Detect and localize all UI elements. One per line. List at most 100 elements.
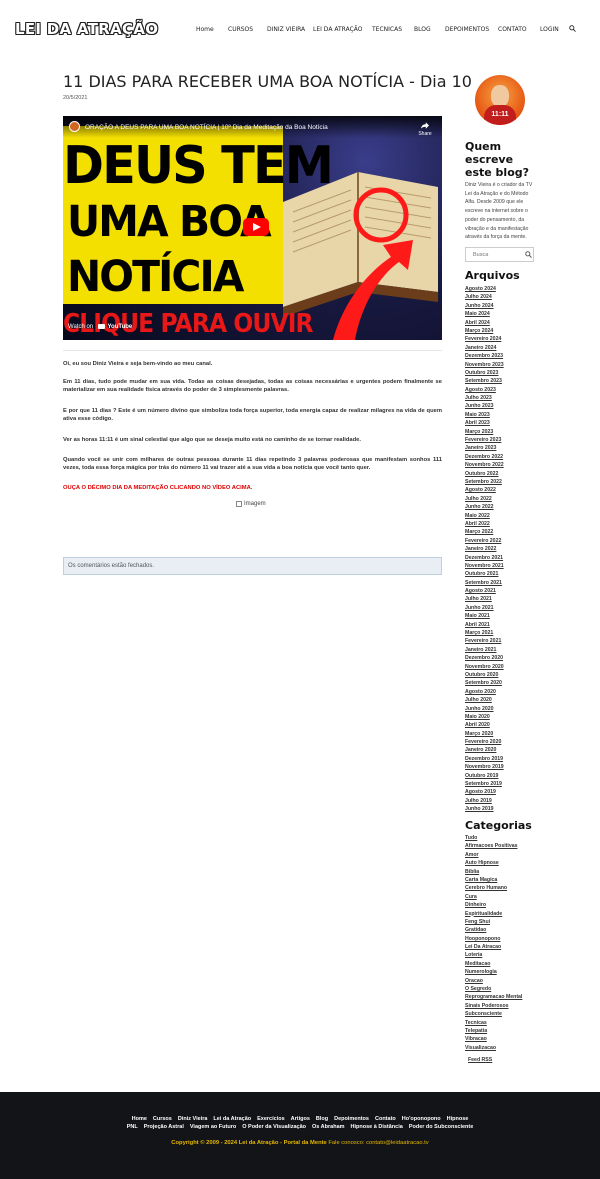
- category-link[interactable]: Subconsciente: [465, 1010, 575, 1018]
- footer-link[interactable]: Contato: [375, 1116, 396, 1122]
- archive-link[interactable]: Julho 2021: [465, 595, 575, 603]
- archive-link[interactable]: Julho 2019: [465, 797, 575, 805]
- archive-link[interactable]: Junho 2023: [465, 402, 575, 410]
- archive-link[interactable]: Julho 2020: [465, 696, 575, 704]
- archive-link[interactable]: Março 2023: [465, 428, 575, 436]
- category-link[interactable]: Visualizacao: [465, 1044, 575, 1052]
- archive-link[interactable]: Agosto 2024: [465, 285, 575, 293]
- category-link[interactable]: Auto Hipnose: [465, 859, 575, 867]
- category-link[interactable]: Reprogramacao Mental: [465, 993, 575, 1001]
- footer-link[interactable]: O Poder da Visualização: [242, 1124, 306, 1130]
- channel-avatar[interactable]: [69, 121, 80, 132]
- footer-link[interactable]: Artigos: [291, 1116, 310, 1122]
- archive-link[interactable]: Agosto 2019: [465, 788, 575, 796]
- footer-link[interactable]: Os Abraham: [312, 1124, 345, 1130]
- archive-link[interactable]: Janeiro 2024: [465, 344, 575, 352]
- nav-home[interactable]: Home: [196, 26, 214, 33]
- archive-link[interactable]: Março 2021: [465, 629, 575, 637]
- footer-link[interactable]: Hipnose à Distância: [351, 1124, 403, 1130]
- archive-link[interactable]: Setembro 2020: [465, 679, 575, 687]
- archive-link[interactable]: Outubro 2019: [465, 772, 575, 780]
- archive-link[interactable]: Dezembro 2021: [465, 554, 575, 562]
- archive-link[interactable]: Dezembro 2022: [465, 453, 575, 461]
- archive-link[interactable]: Junho 2019: [465, 805, 575, 813]
- sidebar-search-input[interactable]: [466, 248, 522, 261]
- archive-link[interactable]: Dezembro 2023: [465, 352, 575, 360]
- archive-link[interactable]: Março 2020: [465, 730, 575, 738]
- footer-link[interactable]: Viagem ao Futuro: [190, 1124, 236, 1130]
- archive-link[interactable]: Setembro 2021: [465, 579, 575, 587]
- archive-link[interactable]: Fevereiro 2022: [465, 537, 575, 545]
- archive-link[interactable]: Outubro 2020: [465, 671, 575, 679]
- archive-link[interactable]: Agosto 2020: [465, 688, 575, 696]
- archive-link[interactable]: Dezembro 2019: [465, 755, 575, 763]
- archive-link[interactable]: Maio 2024: [465, 310, 575, 318]
- footer-link[interactable]: Hipnose: [447, 1116, 469, 1122]
- archive-link[interactable]: Dezembro 2020: [465, 654, 575, 662]
- footer-link[interactable]: Projeção Astral: [144, 1124, 184, 1130]
- category-link[interactable]: Oracao: [465, 977, 575, 985]
- category-link[interactable]: Biblia: [465, 868, 575, 876]
- archive-link[interactable]: Abril 2024: [465, 319, 575, 327]
- archive-link[interactable]: Setembro 2023: [465, 377, 575, 385]
- category-link[interactable]: Afirmacoes Positivas: [465, 842, 575, 850]
- archive-link[interactable]: Abril 2020: [465, 721, 575, 729]
- contact-text[interactable]: Fale conosco: contato@leidaatracao.tv: [328, 1140, 428, 1146]
- archive-link[interactable]: Abril 2023: [465, 419, 575, 427]
- archive-link[interactable]: Agosto 2023: [465, 386, 575, 394]
- footer-link[interactable]: Depoimentos: [334, 1116, 369, 1122]
- category-link[interactable]: Tecnicas: [465, 1019, 575, 1027]
- archive-link[interactable]: Abril 2022: [465, 520, 575, 528]
- category-link[interactable]: Dinheiro: [465, 901, 575, 909]
- search-icon[interactable]: [569, 25, 576, 32]
- nav-contato[interactable]: CONTATO: [498, 26, 527, 33]
- play-button[interactable]: [243, 218, 269, 236]
- archive-link[interactable]: Fevereiro 2023: [465, 436, 575, 444]
- archive-link[interactable]: Maio 2022: [465, 512, 575, 520]
- archive-link[interactable]: Julho 2022: [465, 495, 575, 503]
- footer-link[interactable]: PNL: [127, 1124, 138, 1130]
- nav-depoimentos[interactable]: DEPOIMENTOS: [445, 26, 489, 33]
- archive-link[interactable]: Agosto 2022: [465, 486, 575, 494]
- archive-link[interactable]: Janeiro 2023: [465, 444, 575, 452]
- archive-link[interactable]: Setembro 2022: [465, 478, 575, 486]
- nav-cursos[interactable]: CURSOS: [228, 26, 253, 33]
- category-link[interactable]: Feng Shui: [465, 918, 575, 926]
- archive-link[interactable]: Outubro 2023: [465, 369, 575, 377]
- category-link[interactable]: Cerebro Humano: [465, 884, 575, 892]
- archive-link[interactable]: Novembro 2020: [465, 663, 575, 671]
- footer-link[interactable]: Home: [132, 1116, 147, 1122]
- category-link[interactable]: Lei Da Atracao: [465, 943, 575, 951]
- archive-link[interactable]: Novembro 2019: [465, 763, 575, 771]
- category-link[interactable]: Meditacao: [465, 960, 575, 968]
- watch-on-youtube[interactable]: Watch on YouTube: [68, 324, 132, 330]
- nav-lei-da-atracao[interactable]: LEI DA ATRAÇÃO: [313, 26, 362, 33]
- archive-link[interactable]: Janeiro 2021: [465, 646, 575, 654]
- category-link[interactable]: O Segredo: [465, 985, 575, 993]
- archive-link[interactable]: Janeiro 2022: [465, 545, 575, 553]
- archive-link[interactable]: Junho 2021: [465, 604, 575, 612]
- footer-link[interactable]: Blog: [316, 1116, 328, 1122]
- category-link[interactable]: Cura: [465, 893, 575, 901]
- archive-link[interactable]: Maio 2021: [465, 612, 575, 620]
- archive-link[interactable]: Setembro 2019: [465, 780, 575, 788]
- nav-blog[interactable]: BLOG: [414, 26, 431, 33]
- archive-link[interactable]: Janeiro 2020: [465, 746, 575, 754]
- nav-diniz-vieira[interactable]: DINIZ VIEIRA: [267, 26, 305, 33]
- footer-link[interactable]: Ho'oponopono: [402, 1116, 441, 1122]
- archive-link[interactable]: Maio 2020: [465, 713, 575, 721]
- nav-tecnicas[interactable]: TECNICAS: [372, 26, 402, 33]
- archive-link[interactable]: Junho 2024: [465, 302, 575, 310]
- feed-rss-link[interactable]: Feed RSS: [468, 1057, 492, 1063]
- video-embed[interactable]: DEUS TEM UMA BOA NOTÍCIA CLIQUE PARA OUV…: [63, 116, 442, 340]
- archive-link[interactable]: Maio 2023: [465, 411, 575, 419]
- share-button[interactable]: Share: [415, 122, 435, 137]
- archive-link[interactable]: Abril 2021: [465, 621, 575, 629]
- archive-link[interactable]: Junho 2020: [465, 705, 575, 713]
- category-link[interactable]: Tudo: [465, 834, 575, 842]
- archive-link[interactable]: Fevereiro 2024: [465, 335, 575, 343]
- archive-link[interactable]: Julho 2023: [465, 394, 575, 402]
- nav-login[interactable]: LOGIN: [540, 26, 559, 33]
- category-link[interactable]: Telepatia: [465, 1027, 575, 1035]
- search-icon[interactable]: [525, 251, 532, 258]
